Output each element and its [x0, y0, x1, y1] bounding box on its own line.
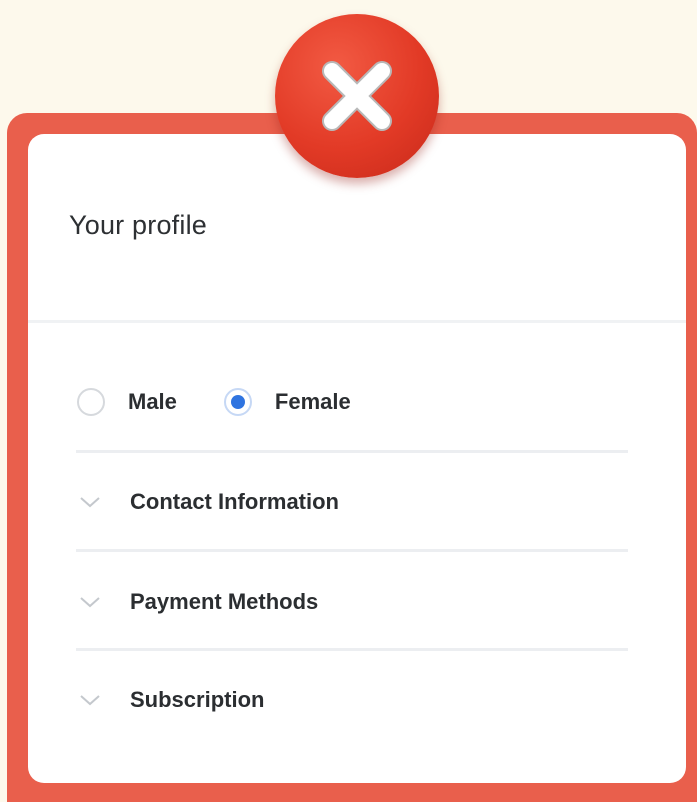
radio-female[interactable]: Female — [223, 388, 351, 416]
section-contact-information[interactable]: Contact Information — [76, 482, 628, 522]
gender-radio-group: Male Female — [77, 386, 351, 418]
divider — [76, 549, 628, 552]
close-icon — [322, 61, 392, 131]
chevron-down-icon — [76, 488, 104, 516]
profile-card: Your profile Male Female Contact Informa… — [28, 134, 686, 783]
chevron-down-icon — [76, 588, 104, 616]
radio-female-label: Female — [274, 389, 351, 414]
radio-male-circle[interactable] — [77, 388, 105, 416]
divider — [76, 648, 628, 651]
radio-male[interactable]: Male — [77, 388, 177, 416]
card-title: Your profile — [69, 210, 207, 240]
section-label: Contact Information — [130, 489, 339, 514]
chevron-down-icon — [76, 686, 104, 714]
divider — [76, 450, 628, 453]
section-label: Subscription — [130, 687, 265, 712]
close-badge — [275, 14, 439, 178]
section-subscription[interactable]: Subscription — [76, 680, 628, 720]
section-label: Payment Methods — [130, 589, 319, 614]
radio-male-label: Male — [128, 389, 177, 414]
section-payment-methods[interactable]: Payment Methods — [76, 582, 628, 622]
radio-female-circle[interactable] — [223, 388, 252, 416]
